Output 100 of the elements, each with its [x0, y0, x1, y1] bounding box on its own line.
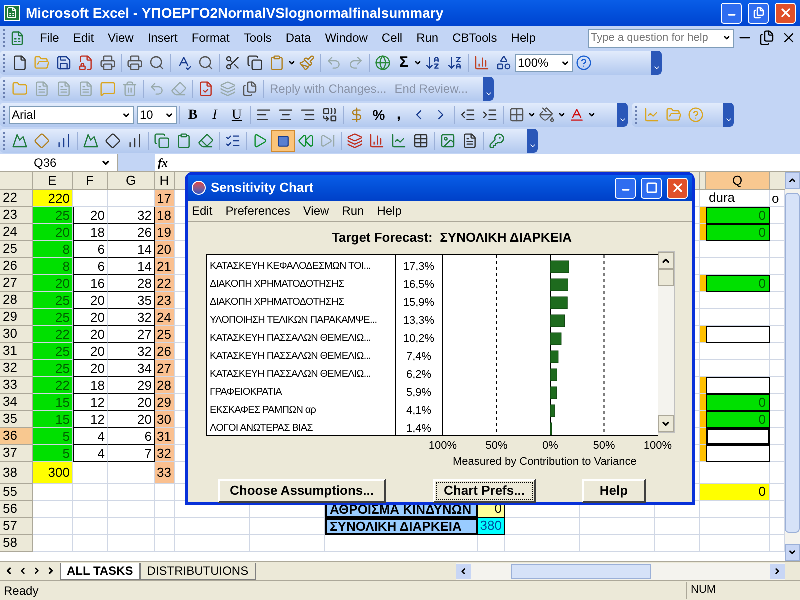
value-label: 4,1%	[405, 404, 433, 418]
row-header[interactable]: 35	[0, 411, 33, 428]
menu-item[interactable]: Window	[318, 29, 375, 47]
row-header[interactable]: 33	[0, 377, 33, 394]
row-header[interactable]: 37	[0, 445, 33, 462]
menu-item[interactable]: Run	[410, 29, 446, 47]
value-label: 7,4%	[405, 350, 433, 364]
table-cell: ΣΥΝΟΛΙΚΗ ΔΙΑΡΚΕΙΑ	[325, 518, 478, 535]
comma-style-button[interactable]: ,	[390, 104, 408, 126]
font-style-button[interactable]: I	[204, 104, 226, 126]
table-cell: 20	[73, 309, 108, 326]
table-cell: 35	[108, 292, 155, 309]
table-cell: 33	[155, 462, 175, 484]
table-cell: 20	[33, 275, 73, 292]
value-label: 17,3%	[402, 260, 436, 274]
row-header[interactable]: 28	[0, 292, 33, 309]
table-cell[interactable]: 0	[706, 275, 770, 292]
percent-style-button[interactable]: %	[368, 104, 390, 126]
column-header[interactable]: H	[155, 172, 175, 190]
row-header[interactable]: 36	[0, 428, 33, 445]
axis-tick-label: 100%	[428, 438, 458, 454]
column-header[interactable]: E	[33, 172, 73, 190]
menu-item[interactable]: File	[33, 29, 66, 47]
table-cell: 15	[33, 394, 73, 411]
menu-item[interactable]: Run	[342, 202, 364, 220]
axis-tick-label: 0%	[542, 438, 558, 454]
row-header[interactable]: 38	[0, 462, 33, 484]
table-cell: 18	[155, 207, 175, 224]
table-cell[interactable]: 0	[706, 484, 770, 501]
table-cell[interactable]: 0	[706, 224, 770, 241]
menu-item[interactable]: Edit	[66, 29, 102, 47]
menu-item[interactable]: Tools	[236, 29, 279, 47]
table-cell: 14	[108, 241, 155, 258]
help-search-field[interactable]: Type a question for help	[588, 28, 734, 48]
chart-category-label: ΚΑΤΑΣΚΕΥΗ ΠΑΣΣΑΛΩΝ ΘΕΜΕΛΙΩ...	[209, 332, 372, 346]
table-cell: 20	[155, 241, 175, 258]
table-cell: 20	[73, 292, 108, 309]
row-header[interactable]: 27	[0, 275, 33, 292]
value-label: 16,5%	[402, 278, 436, 292]
row-header[interactable]: 22	[0, 190, 33, 207]
menu-item[interactable]: CBTools	[446, 29, 504, 47]
font-style-button[interactable]: U	[226, 104, 248, 126]
menu-item[interactable]: Help	[504, 29, 543, 47]
table-cell: 32	[155, 445, 175, 462]
table-cell[interactable]: dura	[706, 190, 770, 207]
font-name-field[interactable]: Arial	[9, 106, 134, 124]
row-header[interactable]: 24	[0, 224, 33, 241]
chart-category-label: ΚΑΤΑΣΚΕΥΗ ΠΑΣΣΑΛΩΝ ΘΕΜΕΛΙΩ...	[209, 368, 372, 382]
menu-item[interactable]: Cell	[374, 29, 410, 47]
menu-item[interactable]: Edit	[192, 202, 213, 220]
menu-item[interactable]: Preferences	[226, 202, 290, 220]
table-cell: 23	[155, 292, 175, 309]
table-cell: 22	[33, 326, 73, 343]
menu-item[interactable]: Data	[278, 29, 318, 47]
table-cell: 20	[33, 224, 73, 241]
chart-category-label: ΛΟΓΟΙ ΑΝΩΤΕΡΑΣ ΒΙΑΣ	[209, 422, 314, 436]
chart-category-label: ΥΛΟΠΟΙΗΣΗ ΤΕΛΙΚΩΝ ΠΑΡΑΚΑΜΨΕ...	[209, 314, 378, 328]
menu-item[interactable]: Format	[184, 29, 237, 47]
chart-category-label: ΔΙΑΚΟΠΗ ΧΡΗΜΑΤΟΔΟΤΗΣΗΣ	[209, 296, 346, 310]
row-header[interactable]: 34	[0, 394, 33, 411]
table-cell: 25	[33, 343, 73, 360]
dialog-button[interactable]: Choose Assumptions...	[218, 479, 386, 503]
column-header[interactable]: Q	[706, 172, 770, 190]
font-style-button[interactable]: B	[182, 104, 204, 126]
table-cell[interactable]: 0	[706, 411, 770, 428]
dialog-button[interactable]: Help	[582, 479, 646, 503]
menu-item[interactable]: View	[101, 29, 141, 47]
row-header[interactable]: 58	[0, 535, 33, 552]
sheet-tab[interactable]: ALL TASKS	[60, 562, 140, 580]
font-size-field[interactable]: 10	[137, 106, 177, 124]
row-header[interactable]: 55	[0, 484, 33, 501]
row-header[interactable]: 26	[0, 258, 33, 275]
table-cell: 34	[108, 360, 155, 377]
menu-item[interactable]: Help	[377, 202, 402, 220]
table-cell[interactable]: 0	[706, 394, 770, 411]
dialog-button[interactable]: Chart Prefs...	[433, 479, 536, 503]
row-header[interactable]: 32	[0, 360, 33, 377]
row-header[interactable]: 31	[0, 343, 33, 360]
row-header[interactable]: 30	[0, 326, 33, 343]
row-header[interactable]: 29	[0, 309, 33, 326]
row-header[interactable]: 25	[0, 241, 33, 258]
column-header[interactable]: F	[73, 172, 108, 190]
menu-item[interactable]: View	[303, 202, 330, 220]
column-header[interactable]: G	[108, 172, 155, 190]
row-header[interactable]: 56	[0, 501, 33, 518]
row-header[interactable]: 23	[0, 207, 33, 224]
table-cell: 380	[478, 518, 505, 535]
sheet-tab[interactable]: DISTRIBUTUIONS	[140, 562, 256, 580]
table-cell: 14	[108, 258, 155, 275]
zoom-field[interactable]: 100%	[515, 54, 573, 72]
table-cell: 12	[73, 394, 108, 411]
row-header[interactable]: 57	[0, 518, 33, 535]
insert-function-button[interactable]: fx	[155, 154, 171, 172]
table-cell[interactable]: 0	[706, 207, 770, 224]
table-cell: 24	[155, 309, 175, 326]
menu-item[interactable]: Insert	[140, 29, 185, 47]
autosum-button[interactable]: Σ	[394, 52, 414, 74]
table-cell: 25	[33, 360, 73, 377]
table-cell: 4	[73, 445, 108, 462]
value-label: 1,4%	[405, 422, 433, 436]
